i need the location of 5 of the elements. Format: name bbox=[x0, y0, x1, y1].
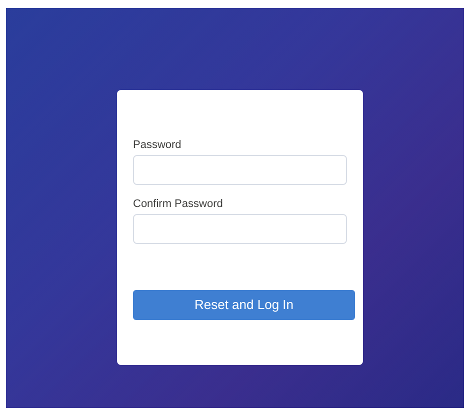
password-field[interactable] bbox=[133, 155, 347, 185]
reset-login-button[interactable]: Reset and Log In bbox=[133, 290, 355, 320]
password-field[interactable] bbox=[133, 214, 347, 244]
field-label: Password bbox=[133, 138, 182, 152]
field-label: Confirm Password bbox=[133, 197, 224, 211]
